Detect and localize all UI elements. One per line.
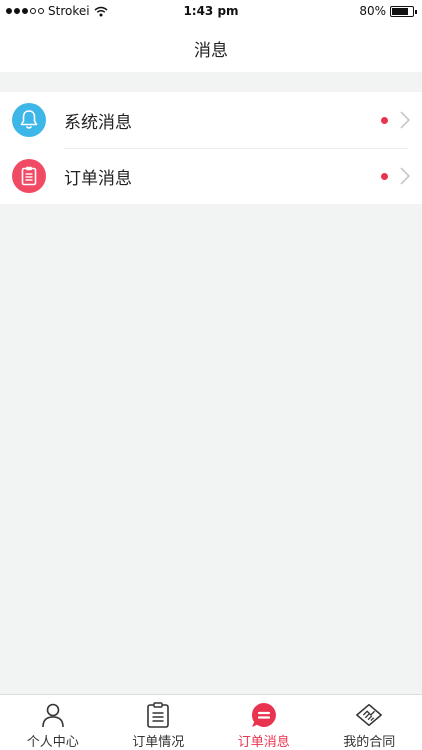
tab-label: 个人中心 [26,735,79,750]
page-title: 消息 [194,40,228,61]
clipboard-icon [12,159,46,193]
tab-personal-center[interactable]: 个人中心 [0,695,106,750]
chevron-right-icon [400,167,411,185]
tab-bar: 个人中心 订单情况 订单消息 我的合同 [0,694,422,750]
tab-order-status[interactable]: 订单情况 [106,695,212,750]
tab-label: 我的合同 [343,735,396,750]
list-item-label: 订单消息 [64,169,132,189]
chat-bubble-icon [250,701,278,729]
bell-icon [12,103,46,137]
list-item-order-messages[interactable]: 订单消息 [0,148,422,204]
tab-my-contracts[interactable]: 我的合同 [317,695,422,750]
person-icon [39,701,67,729]
tab-label: 订单情况 [132,735,185,750]
message-category-list: 系统消息 订单消息 [0,92,422,204]
battery-icon [390,5,417,17]
tab-label: 订单消息 [237,735,290,750]
list-item-system-messages[interactable]: 系统消息 [0,92,422,148]
handshake-icon [355,701,383,729]
status-bar: Strokei 1:43 pm 80% [0,0,422,24]
battery-status: 80% [359,4,417,18]
battery-level [392,7,408,15]
unread-indicator [381,117,388,124]
chevron-right-icon [400,111,411,129]
battery-percent: 80% [359,4,386,18]
clipboard-list-icon [144,701,172,729]
list-item-label: 系统消息 [64,113,132,133]
tab-order-messages[interactable]: 订单消息 [211,695,317,750]
nav-bar: 消息 [0,24,422,72]
unread-indicator [381,173,388,180]
